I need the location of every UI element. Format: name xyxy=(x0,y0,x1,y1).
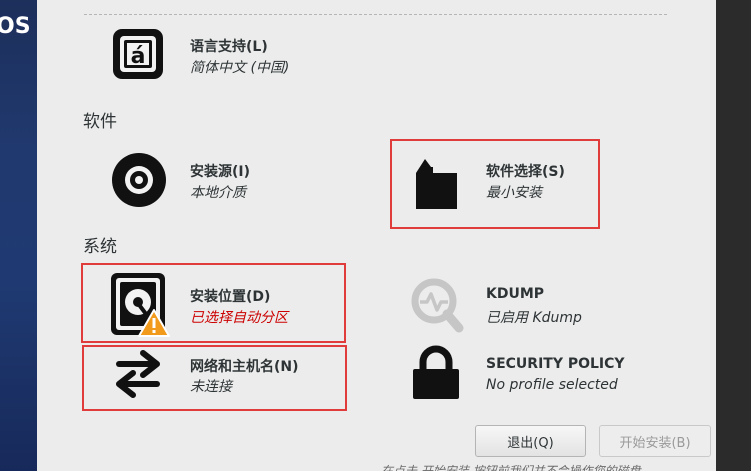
spoke-software-selection-status: 最小安装 xyxy=(486,185,542,201)
warning-icon xyxy=(138,309,170,337)
spoke-kdump-status: 已启用 Kdump xyxy=(486,310,582,326)
divider xyxy=(84,14,667,15)
window-edge xyxy=(716,0,751,471)
brand-logo-text: OS xyxy=(0,14,31,39)
lock-icon xyxy=(413,345,459,399)
spoke-software-selection[interactable]: 软件选择(S) 最小安装 xyxy=(407,153,607,213)
language-icon: á xyxy=(113,29,163,79)
kdump-search-icon xyxy=(411,278,464,333)
footnote-text: 在点击 开始安装 按钮前我们并不会操作您的磁盘。 xyxy=(381,464,653,471)
network-arrows-icon xyxy=(116,350,160,398)
installation-summary-hub: á 语言支持(L) 简体中文 (中国) 软件 安装源(I) 本地介质 软件选择(… xyxy=(37,0,716,471)
svg-text:á: á xyxy=(131,44,146,69)
spoke-kdump-title: KDUMP xyxy=(486,286,545,302)
spoke-installation-destination-title: 安装位置(D) xyxy=(190,289,271,305)
spoke-network-hostname-title: 网络和主机名(N) xyxy=(190,359,299,375)
spoke-kdump[interactable]: KDUMP 已启用 Kdump xyxy=(407,276,627,334)
spoke-installation-source-status: 本地介质 xyxy=(190,185,246,201)
spoke-security-policy-status: No profile selected xyxy=(486,377,618,393)
spoke-installation-source-title: 安装源(I) xyxy=(190,164,251,180)
section-software-label: 软件 xyxy=(83,112,117,132)
spoke-software-selection-title: 软件选择(S) xyxy=(486,164,565,180)
spoke-language-status: 简体中文 (中国) xyxy=(190,60,290,76)
spoke-language-title: 语言支持(L) xyxy=(190,39,268,55)
spoke-installation-destination-status: 已选择自动分区 xyxy=(190,310,288,326)
quit-button[interactable]: 退出(Q) xyxy=(475,425,586,457)
begin-installation-button[interactable]: 开始安装(B) xyxy=(599,425,711,457)
spoke-network-hostname-status: 未连接 xyxy=(190,379,232,395)
package-icon xyxy=(416,159,457,209)
disc-icon xyxy=(112,153,166,207)
spoke-security-policy[interactable]: SECURITY POLICY No profile selected xyxy=(407,344,667,402)
spoke-installation-source[interactable]: 安装源(I) 本地介质 xyxy=(109,151,309,209)
spoke-network-hostname[interactable]: 网络和主机名(N) 未连接 xyxy=(109,345,339,403)
spoke-language[interactable]: á 语言支持(L) 简体中文 (中国) xyxy=(109,25,309,83)
spoke-security-policy-title: SECURITY POLICY xyxy=(486,356,625,372)
section-system-label: 系统 xyxy=(83,237,117,257)
left-sidebar: OS xyxy=(0,0,37,471)
spoke-installation-destination[interactable]: 安装位置(D) 已选择自动分区 xyxy=(109,272,309,337)
